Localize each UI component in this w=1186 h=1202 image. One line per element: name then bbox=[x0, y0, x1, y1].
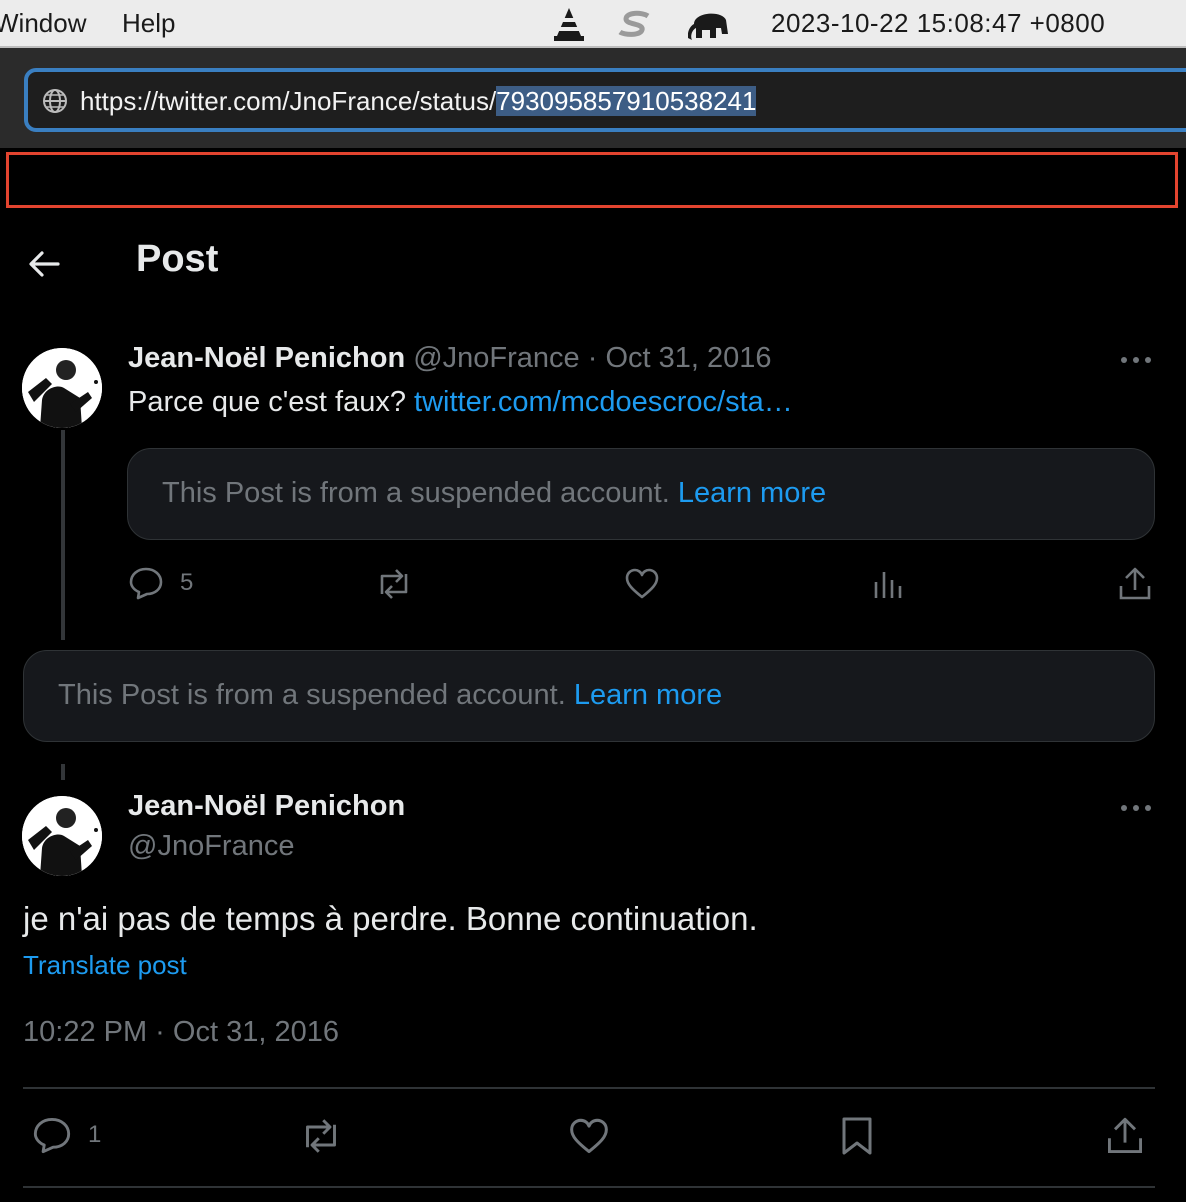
menu-help[interactable]: Help bbox=[122, 8, 175, 39]
author-name[interactable]: Jean-Noël Penichon bbox=[128, 342, 405, 374]
menu-bar: Window Help 2023-10-22 15:08:47 +0800 bbox=[0, 0, 1186, 48]
post-link[interactable]: twitter.com/mcdoescroc/sta… bbox=[414, 386, 793, 418]
suspended-quote-card: This Post is from a suspended account. L… bbox=[127, 448, 1155, 540]
s-app-icon[interactable] bbox=[616, 6, 654, 42]
post-body: je n'ai pas de temps à perdre. Bonne con… bbox=[23, 900, 758, 937]
back-arrow-icon[interactable] bbox=[26, 248, 62, 280]
repost-icon[interactable] bbox=[374, 568, 414, 600]
divider bbox=[23, 1186, 1155, 1188]
divider bbox=[23, 1087, 1155, 1089]
thread-line bbox=[61, 764, 65, 780]
browser-toolbar: https://twitter.com/JnoFrance/status/793… bbox=[0, 48, 1186, 148]
like-icon[interactable] bbox=[624, 568, 660, 600]
url-selected-id: 793095857910538241 bbox=[496, 86, 757, 116]
post-date[interactable]: Oct 31, 2016 bbox=[605, 342, 771, 374]
more-options-icon[interactable] bbox=[1120, 355, 1152, 365]
dot-separator: · bbox=[587, 342, 598, 374]
suspended-notice: This Post is from a suspended account. bbox=[162, 477, 670, 509]
url-text[interactable]: https://twitter.com/JnoFrance/status/793… bbox=[80, 86, 757, 117]
author-handle[interactable]: @JnoFrance bbox=[128, 830, 294, 863]
bookmark-icon[interactable] bbox=[840, 1116, 874, 1156]
reply-count: 5 bbox=[180, 569, 194, 596]
learn-more-link[interactable]: Learn more bbox=[574, 679, 722, 711]
suspended-post-card: This Post is from a suspended account. L… bbox=[23, 650, 1155, 742]
translate-link[interactable]: Translate post bbox=[23, 950, 187, 981]
menu-window[interactable]: Window bbox=[0, 8, 86, 39]
views-icon[interactable] bbox=[872, 568, 904, 600]
avatar[interactable] bbox=[22, 796, 102, 876]
like-icon[interactable] bbox=[568, 1118, 610, 1155]
learn-more-link[interactable]: Learn more bbox=[678, 477, 826, 509]
share-icon[interactable] bbox=[1118, 566, 1152, 602]
author-name[interactable]: Jean-Noël Penichon bbox=[128, 790, 405, 823]
url-prefix: https://twitter.com/JnoFrance/status/ bbox=[80, 86, 497, 116]
reply-count: 1 bbox=[88, 1121, 102, 1148]
globe-icon bbox=[43, 89, 67, 113]
suspended-notice: This Post is from a suspended account. bbox=[58, 679, 566, 711]
post-body: Parce que c'est faux? bbox=[128, 386, 406, 418]
vlc-cone-icon[interactable] bbox=[552, 6, 586, 42]
reply-button[interactable]: 5 bbox=[128, 566, 193, 600]
repost-icon[interactable] bbox=[298, 1118, 344, 1154]
reply-icon bbox=[129, 567, 163, 600]
author-handle[interactable]: @JnoFrance bbox=[413, 342, 579, 374]
page-title: Post bbox=[136, 238, 219, 280]
thread-line bbox=[61, 430, 65, 640]
elephant-icon[interactable] bbox=[688, 6, 730, 42]
menu-clock: 2023-10-22 15:08:47 +0800 bbox=[771, 8, 1106, 38]
post-timestamp[interactable]: 10:22 PM · Oct 31, 2016 bbox=[23, 1016, 339, 1049]
share-icon[interactable] bbox=[1106, 1116, 1144, 1156]
reply-button[interactable]: 1 bbox=[32, 1116, 101, 1154]
address-bar[interactable]: https://twitter.com/JnoFrance/status/793… bbox=[24, 68, 1186, 132]
post-text: Parce que c'est faux? twitter.com/mcdoes… bbox=[128, 386, 793, 419]
avatar[interactable] bbox=[22, 348, 102, 428]
reply-icon bbox=[33, 1118, 71, 1154]
highlight-box bbox=[6, 152, 1178, 208]
post-header: Jean-Noël Penichon @JnoFrance · Oct 31, … bbox=[128, 342, 772, 375]
more-options-icon[interactable] bbox=[1120, 803, 1152, 813]
